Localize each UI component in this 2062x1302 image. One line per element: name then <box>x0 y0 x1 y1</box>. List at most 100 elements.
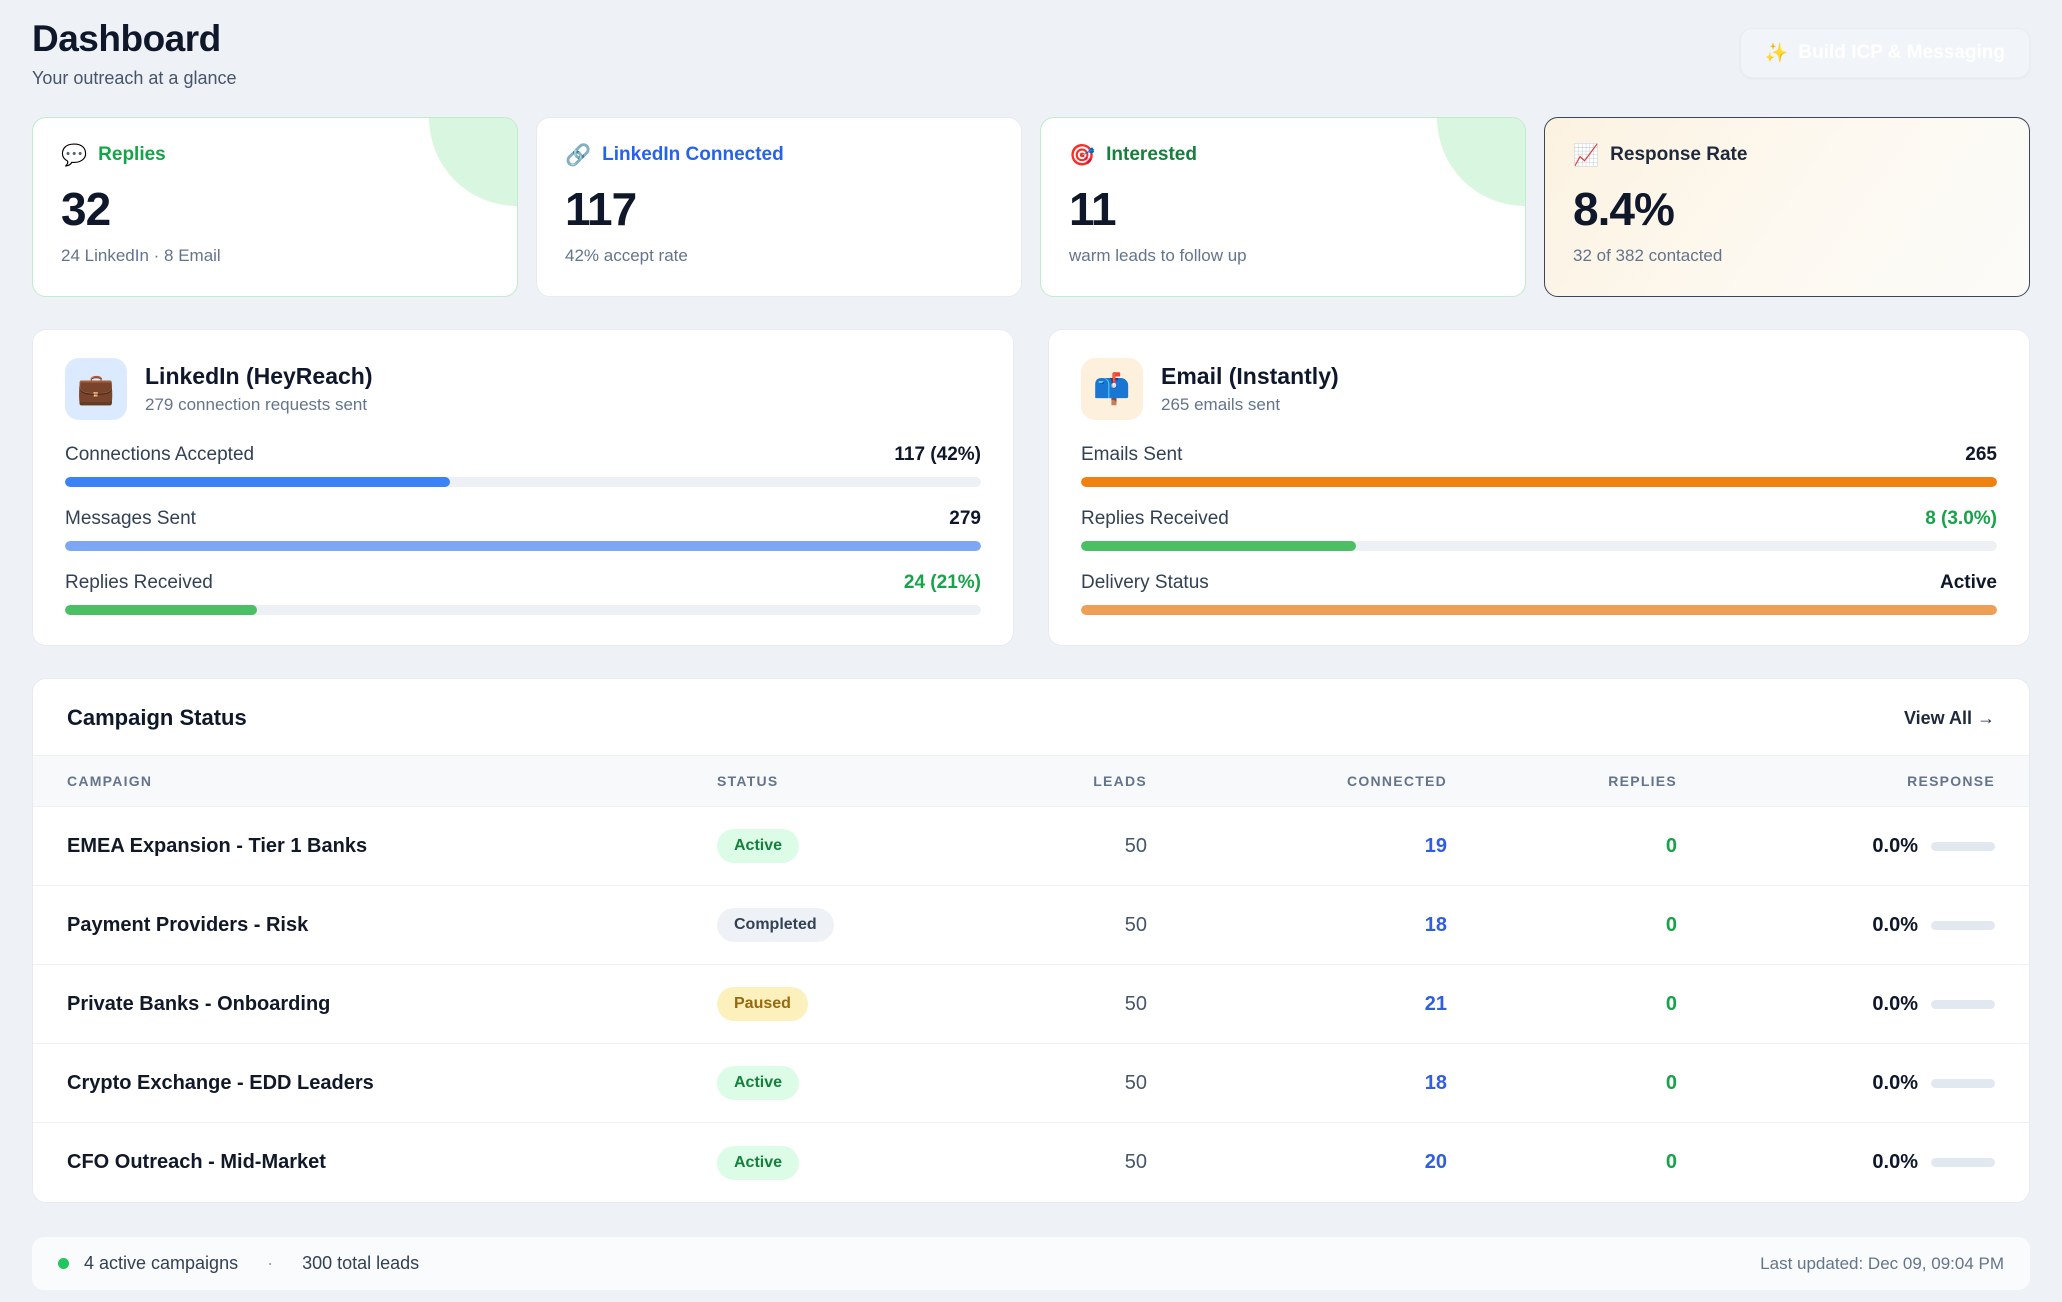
response-value: 0.0% <box>1872 835 1918 858</box>
stat-card-response-rate: 📈 Response Rate 8.4% 32 of 382 contacted <box>1544 117 2030 297</box>
leads-value: 50 <box>907 993 1147 1016</box>
response-mini-bar <box>1931 1000 1995 1009</box>
total-leads-count: 300 total leads <box>302 1253 419 1274</box>
table-row[interactable]: EMEA Expansion - Tier 1 Banks Active 50 … <box>33 807 2029 886</box>
replies-value: 0 <box>1447 1072 1677 1095</box>
page-subtitle: Your outreach at a glance <box>32 68 237 89</box>
metric-replies-received: Replies Received 24 (21%) <box>65 572 981 615</box>
active-status-dot <box>58 1258 69 1269</box>
link-icon: 🔗 <box>565 145 591 166</box>
last-updated-timestamp: Last updated: Dec 09, 09:04 PM <box>1760 1254 2004 1274</box>
campaign-name: CFO Outreach - Mid-Market <box>67 1151 717 1174</box>
stat-label: Response Rate <box>1610 144 1747 166</box>
status-badge: Active <box>717 829 799 863</box>
stat-card-replies: 💬 Replies 32 24 LinkedIn · 8 Email <box>32 117 518 297</box>
table-row[interactable]: Payment Providers - Risk Completed 50 18… <box>33 886 2029 965</box>
progress-track <box>65 477 981 487</box>
briefcase-icon: 💼 <box>65 358 127 420</box>
stat-value: 11 <box>1069 182 1497 236</box>
progress-bar <box>1081 477 1997 487</box>
channel-cards-row: 💼 LinkedIn (HeyReach) 279 connection req… <box>32 329 2030 646</box>
metric-emails-sent: Emails Sent 265 <box>1081 444 1997 487</box>
progress-track <box>65 541 981 551</box>
metric-label: Connections Accepted <box>65 444 254 466</box>
metric-label: Messages Sent <box>65 508 196 530</box>
metric-value: 265 <box>1965 444 1997 466</box>
channel-card-linkedin: 💼 LinkedIn (HeyReach) 279 connection req… <box>32 329 1014 646</box>
progress-bar <box>65 477 450 487</box>
stat-label: Replies <box>98 144 166 166</box>
target-icon: 🎯 <box>1069 145 1095 166</box>
campaign-name: Crypto Exchange - EDD Leaders <box>67 1072 717 1095</box>
metric-messages-sent: Messages Sent 279 <box>65 508 981 551</box>
footer-bar: 4 active campaigns · 300 total leads Las… <box>32 1237 2030 1290</box>
stat-value: 32 <box>61 182 489 236</box>
sparkles-icon: ✨ <box>1765 41 1789 65</box>
channel-title: Email (Instantly) <box>1161 363 1339 390</box>
table-row[interactable]: CFO Outreach - Mid-Market Active 50 20 0… <box>33 1123 2029 1202</box>
table-row[interactable]: Crypto Exchange - EDD Leaders Active 50 … <box>33 1044 2029 1123</box>
response-value: 0.0% <box>1872 1151 1918 1174</box>
column-header-response: RESPONSE <box>1677 773 1995 789</box>
build-icp-messaging-button[interactable]: ✨ Build ICP & Messaging <box>1740 28 2030 78</box>
channel-heading: LinkedIn (HeyReach) 279 connection reque… <box>145 363 373 415</box>
metric-replies-received: Replies Received 8 (3.0%) <box>1081 508 1997 551</box>
metric-delivery-status: Delivery Status Active <box>1081 572 1997 615</box>
channel-heading: Email (Instantly) 265 emails sent <box>1161 363 1339 415</box>
progress-bar <box>1081 541 1356 551</box>
leads-value: 50 <box>907 1072 1147 1095</box>
status-badge: Paused <box>717 987 808 1021</box>
campaign-name: Payment Providers - Risk <box>67 914 717 937</box>
replies-value: 0 <box>1447 835 1677 858</box>
column-header-connected: CONNECTED <box>1147 773 1447 789</box>
progress-track <box>1081 541 1997 551</box>
column-header-campaign: CAMPAIGN <box>67 773 717 789</box>
metric-connections-accepted: Connections Accepted 117 (42%) <box>65 444 981 487</box>
progress-track <box>65 605 981 615</box>
stat-subtext: warm leads to follow up <box>1069 246 1497 266</box>
progress-track <box>1081 605 1997 615</box>
response-mini-bar <box>1931 1079 1995 1088</box>
response-mini-bar <box>1931 842 1995 851</box>
active-campaigns-count: 4 active campaigns <box>84 1253 238 1274</box>
leads-value: 50 <box>907 1151 1147 1174</box>
campaign-status-card: Campaign Status View All → CAMPAIGN STAT… <box>32 678 2030 1203</box>
metric-value: 8 (3.0%) <box>1925 508 1997 530</box>
header-titles: Dashboard Your outreach at a glance <box>32 18 237 89</box>
replies-value: 0 <box>1447 914 1677 937</box>
page-title: Dashboard <box>32 18 237 60</box>
leads-value: 50 <box>907 914 1147 937</box>
channel-subtitle: 265 emails sent <box>1161 395 1339 415</box>
stat-label: Interested <box>1106 144 1197 166</box>
stat-card-linkedin-connected: 🔗 LinkedIn Connected 117 42% accept rate <box>536 117 1022 297</box>
response-mini-bar <box>1931 1158 1995 1167</box>
progress-bar <box>65 541 981 551</box>
mailbox-icon: 📫 <box>1081 358 1143 420</box>
view-all-link[interactable]: View All → <box>1904 708 1995 729</box>
response-value: 0.0% <box>1872 1072 1918 1095</box>
column-header-replies: REPLIES <box>1447 773 1677 789</box>
progress-bar <box>1081 605 1997 615</box>
channel-title: LinkedIn (HeyReach) <box>145 363 373 390</box>
stat-subtext: 32 of 382 contacted <box>1573 246 2001 266</box>
response-value: 0.0% <box>1872 993 1918 1016</box>
metric-label: Replies Received <box>1081 508 1229 530</box>
table-header-row: CAMPAIGN STATUS LEADS CONNECTED REPLIES … <box>33 755 2029 807</box>
progress-track <box>1081 477 1997 487</box>
stat-value: 117 <box>565 182 993 236</box>
connected-value: 19 <box>1147 835 1447 858</box>
stat-label: LinkedIn Connected <box>602 144 784 166</box>
campaign-name: Private Banks - Onboarding <box>67 993 717 1016</box>
metric-label: Delivery Status <box>1081 572 1209 594</box>
leads-value: 50 <box>907 835 1147 858</box>
channel-card-email: 📫 Email (Instantly) 265 emails sent Emai… <box>1048 329 2030 646</box>
connected-value: 18 <box>1147 914 1447 937</box>
progress-bar <box>65 605 257 615</box>
campaign-status-title: Campaign Status <box>67 705 247 731</box>
table-row[interactable]: Private Banks - Onboarding Paused 50 21 … <box>33 965 2029 1044</box>
column-header-status: STATUS <box>717 773 907 789</box>
column-header-leads: LEADS <box>907 773 1147 789</box>
metric-label: Replies Received <box>65 572 213 594</box>
metric-label: Emails Sent <box>1081 444 1182 466</box>
metric-value: 279 <box>949 508 981 530</box>
